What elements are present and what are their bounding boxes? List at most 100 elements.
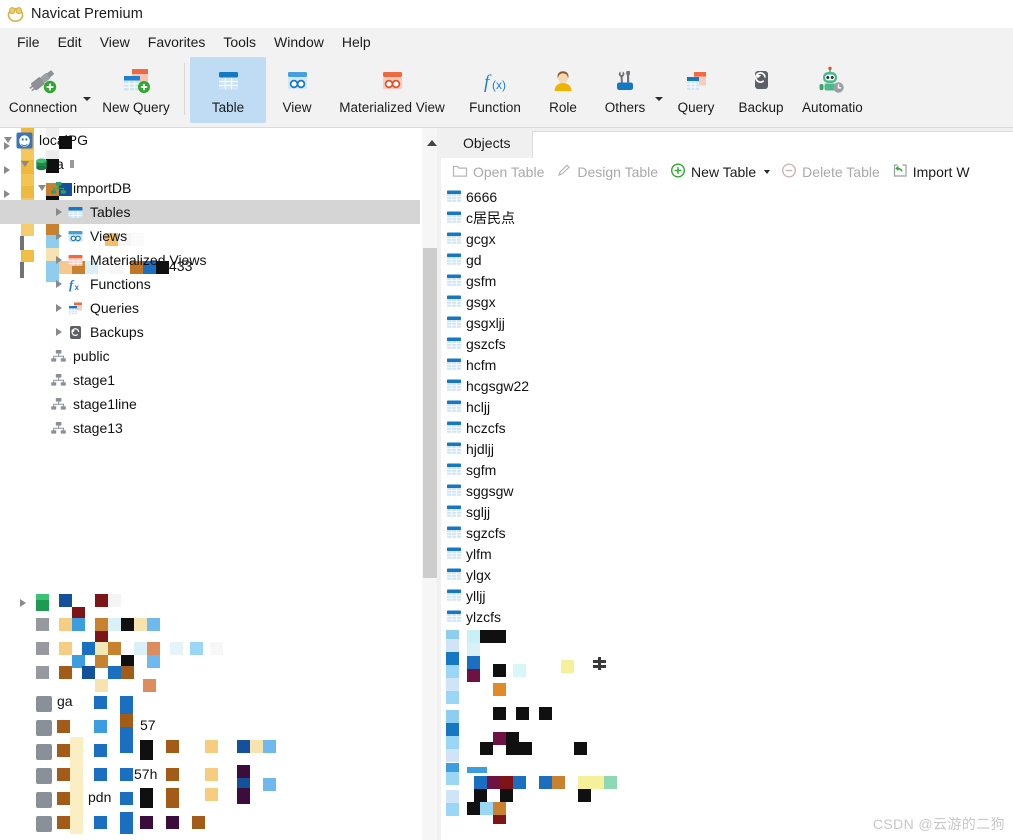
list-item[interactable]: ylfm — [441, 543, 1013, 564]
twisty-functions[interactable] — [51, 272, 67, 296]
objects-table-list[interactable]: 6666 c居民点 gcgx gd gsfm gsgx gsgxljj gszc… — [441, 186, 1013, 840]
list-item[interactable]: gsfm — [441, 270, 1013, 291]
tree-label-schema-public: public — [73, 348, 110, 364]
twisty-localpg[interactable] — [0, 128, 16, 152]
tree-item-localpg[interactable]: localPG — [0, 128, 420, 152]
redacted-tree-fragment-2: 57 — [140, 717, 156, 733]
svg-text:f: f — [484, 72, 492, 93]
tree-scrollbar-thumb[interactable] — [423, 248, 437, 578]
postgresql-connection-icon — [16, 132, 33, 149]
list-item[interactable]: gcgx — [441, 228, 1013, 249]
connection-tree-panel[interactable]: 433 localPG a importDB Tables Views Mate… — [0, 128, 420, 840]
twisty-schema-importdb[interactable] — [34, 176, 50, 200]
tree-item-schema-public[interactable]: public — [0, 344, 420, 368]
menu-bar: File Edit View Favorites Tools Window He… — [0, 28, 1013, 57]
ribbon-label-role: Role — [549, 100, 577, 115]
table-name: gsfm — [466, 272, 497, 289]
tree-item-schema-stage13[interactable]: stage13 — [0, 416, 420, 440]
twisty-tables[interactable] — [51, 200, 67, 224]
tree-item-functions[interactable]: f x Functions — [0, 272, 420, 296]
tree-item-queries[interactable]: Queries — [0, 296, 420, 320]
table-icon — [446, 252, 462, 267]
twisty-materialized-views[interactable] — [51, 248, 67, 272]
tree-item-views[interactable]: Views — [0, 224, 420, 248]
list-item[interactable]: gsgx — [441, 291, 1013, 312]
open-table-label: Open Table — [473, 164, 545, 180]
tab-objects[interactable]: Objects — [441, 128, 533, 158]
new-table-button[interactable]: New Table — [664, 161, 762, 183]
ribbon-button-connection[interactable]: Connection — [0, 57, 86, 123]
ribbon-button-table[interactable]: Table — [190, 57, 266, 123]
twisty-backups[interactable] — [51, 320, 67, 344]
twisty-queries[interactable] — [51, 296, 67, 320]
tree-item-materialized-views[interactable]: Materialized Views — [0, 248, 420, 272]
menu-item-tools[interactable]: Tools — [214, 31, 265, 53]
collapse-panel-button[interactable] — [425, 136, 439, 150]
ribbon-label-function: Function — [469, 100, 521, 115]
ribbon-button-view[interactable]: View — [266, 57, 328, 123]
ribbon-button-backup[interactable]: Backup — [727, 57, 795, 123]
tree-item-tables[interactable]: Tables — [0, 200, 420, 224]
connection-dropdown-caret[interactable] — [83, 97, 91, 101]
design-table-button[interactable]: Design Table — [550, 161, 664, 183]
objects-tabstrip: Objects — [441, 128, 1013, 158]
svg-text:(x): (x) — [492, 78, 506, 92]
menu-item-favorites[interactable]: Favorites — [139, 31, 215, 53]
list-item[interactable]: gd — [441, 249, 1013, 270]
ribbon-button-query[interactable]: Query — [665, 57, 727, 123]
svg-text:x: x — [75, 283, 80, 292]
menu-item-edit[interactable]: Edit — [49, 31, 91, 53]
list-item[interactable]: gszcfs — [441, 333, 1013, 354]
ribbon-button-role[interactable]: Role — [534, 57, 592, 123]
menu-item-window[interactable]: Window — [265, 31, 333, 53]
table-icon — [446, 588, 462, 603]
delete-table-button[interactable]: Delete Table — [775, 161, 886, 183]
tree-item-schema-stage1[interactable]: stage1 — [0, 368, 420, 392]
ribbon-toolbar: Connection New Query Table View Material… — [0, 57, 1013, 128]
list-item[interactable]: hjdljj — [441, 438, 1013, 459]
ribbon-button-new-query[interactable]: New Query — [93, 57, 179, 123]
list-item[interactable]: 6666 — [441, 186, 1013, 207]
menu-item-help[interactable]: Help — [333, 31, 380, 53]
tree-item-schema-importdb[interactable]: importDB — [0, 176, 420, 200]
others-dropdown-caret[interactable] — [655, 97, 663, 101]
list-item[interactable]: hcgsgw22 — [441, 375, 1013, 396]
table-name: sgljj — [466, 503, 491, 520]
menu-item-file[interactable]: File — [8, 31, 49, 53]
list-item[interactable]: ylljj — [441, 585, 1013, 606]
ribbon-label-new-query: New Query — [102, 100, 170, 115]
list-item[interactable]: hcljj — [441, 396, 1013, 417]
list-item[interactable]: sgfm — [441, 459, 1013, 480]
delete-table-icon — [781, 163, 797, 181]
list-item[interactable]: sgljj — [441, 501, 1013, 522]
tree-item-backups[interactable]: Backups — [0, 320, 420, 344]
twisty-views[interactable] — [51, 224, 67, 248]
tree-item-schema-stage1line[interactable]: stage1line — [0, 392, 420, 416]
title-bar: Navicat Premium — [0, 0, 1013, 28]
ribbon-button-automation[interactable]: Automatio — [795, 57, 870, 123]
table-name: gsgx — [466, 293, 496, 310]
import-wizard-button[interactable]: Import W — [886, 161, 976, 183]
ribbon-button-others[interactable]: Others — [592, 57, 658, 123]
list-item[interactable]: hczcfs — [441, 417, 1013, 438]
ribbon-button-materialized-view[interactable]: Materialized View — [328, 57, 456, 123]
twisty-schema-stage1line — [34, 392, 50, 416]
design-table-label: Design Table — [577, 164, 659, 180]
ribbon-button-function[interactable]: f (x) Function — [456, 57, 534, 123]
list-item[interactable]: c居民点 — [441, 207, 1013, 228]
list-item[interactable]: sgzcfs — [441, 522, 1013, 543]
new-table-dropdown-caret[interactable] — [764, 170, 771, 174]
twisty-database-a[interactable] — [17, 152, 33, 176]
list-item[interactable]: ylzcfs — [441, 606, 1013, 627]
list-item[interactable]: hcfm — [441, 354, 1013, 375]
list-item[interactable]: sggsgw — [441, 480, 1013, 501]
list-item[interactable]: ylgx — [441, 564, 1013, 585]
menu-item-view[interactable]: View — [91, 31, 139, 53]
tree-label-tables: Tables — [90, 204, 131, 220]
navicat-logo-icon — [7, 6, 24, 23]
tree-item-database-a[interactable]: a — [0, 152, 420, 176]
list-item[interactable]: gsgxljj — [441, 312, 1013, 333]
views-folder-icon — [67, 228, 84, 245]
open-table-button[interactable]: Open Table — [446, 161, 550, 183]
table-icon — [446, 609, 462, 624]
